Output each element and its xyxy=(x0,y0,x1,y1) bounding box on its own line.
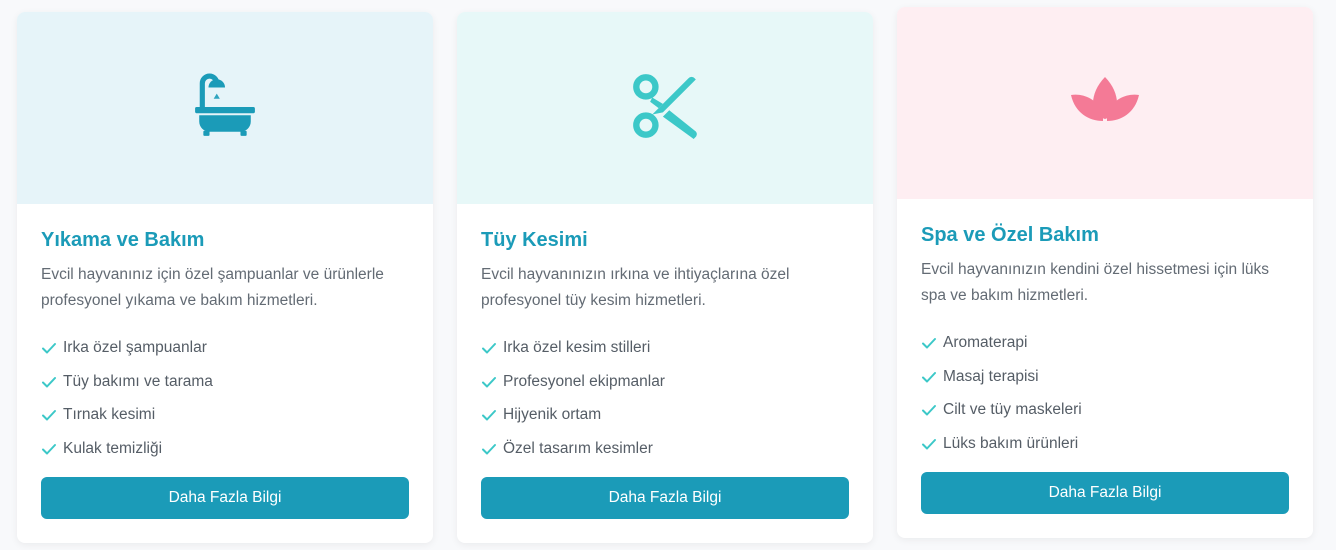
feature-item: Özel tasarım kesimler xyxy=(481,432,849,466)
check-icon xyxy=(922,405,936,416)
card-hero xyxy=(897,7,1313,199)
check-icon xyxy=(482,376,496,388)
feature-label: Aromaterapi xyxy=(943,333,1028,351)
card-title: Yıkama ve Bakım xyxy=(41,229,205,251)
check-icon xyxy=(922,337,936,349)
feature-label: Cilt ve tüy maskeleri xyxy=(943,401,1082,419)
card-hero xyxy=(17,12,433,204)
feature-list: Aromaterapi Masaj terapisi Cilt ve tüy m… xyxy=(921,326,1289,461)
feature-label: Tırnak kesimi xyxy=(63,406,156,424)
card-body: Yıkama ve Bakım Evcil hayvanınız için öz… xyxy=(17,204,433,466)
more-info-button[interactable]: Daha Fazla Bilgi xyxy=(481,477,849,519)
lotus-icon xyxy=(1067,71,1143,136)
check-icon xyxy=(922,371,936,383)
card-title: Spa ve Özel Bakım xyxy=(921,224,1099,246)
feature-item: Cilt ve tüy maskeleri xyxy=(921,393,1289,427)
feature-item: Tüy bakımı ve tarama xyxy=(41,365,409,399)
more-info-button[interactable]: Daha Fazla Bilgi xyxy=(41,477,409,519)
feature-label: Lüks bakım ürünleri xyxy=(943,434,1079,452)
feature-item: Hijyenik ortam xyxy=(481,398,849,432)
check-icon xyxy=(42,342,56,354)
card-hero xyxy=(457,12,873,204)
feature-label: Özel tasarım kesimler xyxy=(503,439,653,457)
feature-item: Tırnak kesimi xyxy=(41,398,409,432)
card-description: Evcil hayvanınız için özel şampuanlar ve… xyxy=(41,266,384,309)
feature-item: Irka özel kesim stilleri xyxy=(481,331,849,365)
feature-item: Profesyonel ekipmanlar xyxy=(481,365,849,399)
check-icon xyxy=(42,410,56,421)
feature-label: Irka özel şampuanlar xyxy=(63,338,207,356)
check-icon xyxy=(482,443,496,455)
feature-list: Irka özel şampuanlar Tüy bakımı ve taram… xyxy=(41,331,409,466)
feature-item: Kulak temizliği xyxy=(41,432,409,466)
feature-label: Profesyonel ekipmanlar xyxy=(503,372,665,390)
feature-label: Irka özel kesim stilleri xyxy=(503,338,651,356)
feature-label: Hijyenik ortam xyxy=(503,406,602,424)
card-description: Evcil hayvanınızın ırkına ve ihtiyaçları… xyxy=(481,266,790,309)
feature-label: Masaj terapisi xyxy=(943,367,1039,385)
service-card-spa: Spa ve Özel Bakım Evcil hayvanınızın ken… xyxy=(897,7,1313,538)
feature-list: Irka özel kesim stilleri Profesyonel eki… xyxy=(481,331,849,466)
check-icon xyxy=(482,410,496,421)
more-info-button[interactable]: Daha Fazla Bilgi xyxy=(921,472,1289,514)
service-card-haircut: Tüy Kesimi Evcil hayvanınızın ırkına ve … xyxy=(457,12,873,543)
scissors-icon xyxy=(631,72,699,145)
check-icon xyxy=(922,438,936,450)
check-icon xyxy=(42,443,56,455)
feature-item: Lüks bakım ürünleri xyxy=(921,427,1289,461)
card-body: Spa ve Özel Bakım Evcil hayvanınızın ken… xyxy=(897,199,1313,461)
card-description: Evcil hayvanınızın kendini özel hissetme… xyxy=(921,261,1270,304)
check-icon xyxy=(482,342,496,354)
bathtub-icon xyxy=(192,73,258,144)
card-body: Tüy Kesimi Evcil hayvanınızın ırkına ve … xyxy=(457,204,873,466)
feature-item: Irka özel şampuanlar xyxy=(41,331,409,365)
check-icon xyxy=(42,376,56,388)
service-card-bathing: Yıkama ve Bakım Evcil hayvanınız için öz… xyxy=(17,12,433,543)
feature-label: Tüy bakımı ve tarama xyxy=(63,372,213,390)
feature-item: Masaj terapisi xyxy=(921,360,1289,394)
feature-item: Aromaterapi xyxy=(921,326,1289,360)
card-title: Tüy Kesimi xyxy=(481,229,588,251)
feature-label: Kulak temizliği xyxy=(63,439,163,457)
